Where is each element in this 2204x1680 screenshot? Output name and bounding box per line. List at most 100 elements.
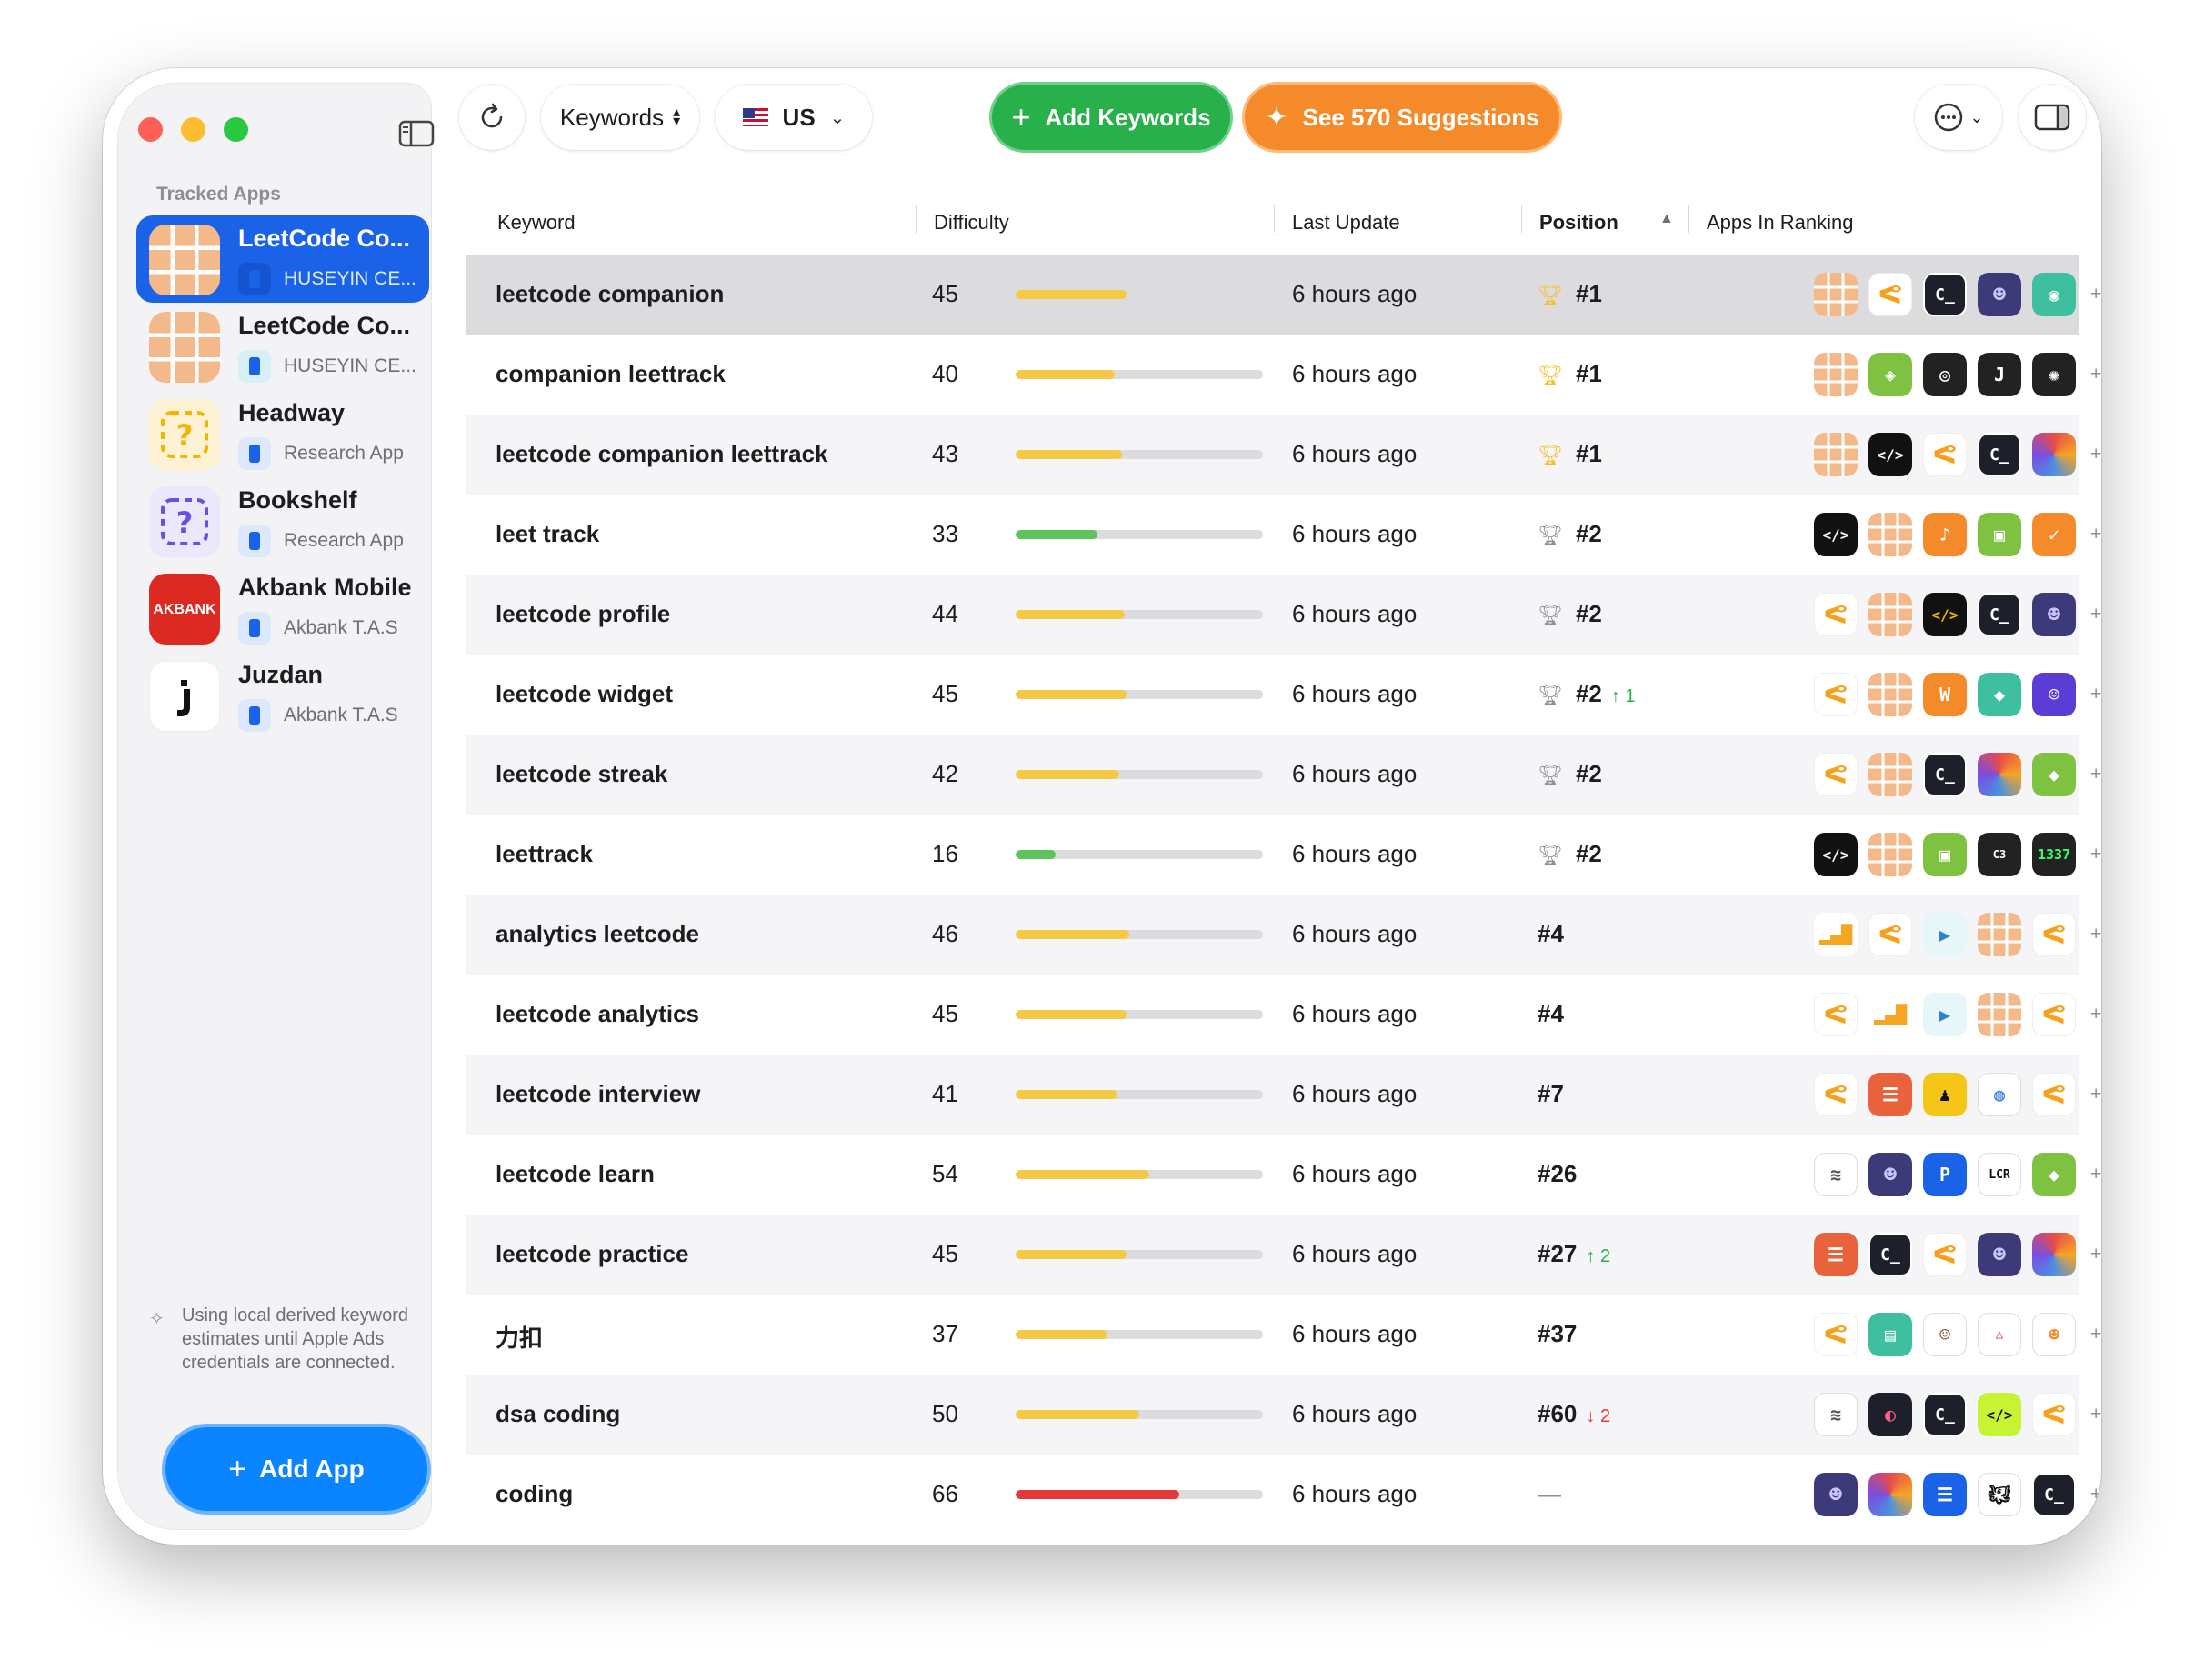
app-icon[interactable]: ☰: [1868, 1073, 1912, 1116]
more-apps-count[interactable]: +171: [2090, 1244, 2101, 1265]
table-row[interactable]: leet track 33 6 hours ago 🏆︎ #2 </> ♪ ▣ ✓…: [466, 495, 2101, 575]
app-icon[interactable]: ᕙ: [1814, 753, 1858, 796]
more-options-button[interactable]: ⌄: [1915, 85, 2002, 150]
tracked-app-item[interactable]: ? Bookshelf Research App: [136, 477, 429, 565]
app-icon[interactable]: C_: [1978, 593, 2021, 636]
column-header-last-update[interactable]: Last Update: [1292, 211, 1400, 235]
app-icon[interactable]: ◆: [1978, 673, 2021, 716]
app-icon[interactable]: [1814, 433, 1858, 476]
tracked-app-item[interactable]: Juzdan Akbank T.A.S: [136, 652, 429, 739]
more-apps-count[interactable]: +185: [2090, 1484, 2101, 1505]
app-icon[interactable]: △: [1978, 1313, 2021, 1356]
app-icon[interactable]: ◆: [2032, 753, 2076, 796]
app-icon[interactable]: ◉: [2032, 273, 2076, 316]
app-icon[interactable]: ☺: [2032, 673, 2076, 716]
app-icon[interactable]: C_: [2032, 1473, 2076, 1516]
app-icon[interactable]: </>: [1814, 833, 1858, 876]
app-icon[interactable]: ◐: [1868, 1393, 1912, 1436]
app-icon[interactable]: [1868, 593, 1912, 636]
app-icon[interactable]: ▣: [1923, 833, 1967, 876]
app-icon[interactable]: ≋: [1814, 1393, 1858, 1436]
see-suggestions-button[interactable]: ✦ See 570 Suggestions: [1245, 85, 1559, 150]
more-apps-count[interactable]: +162: [2090, 1164, 2101, 1185]
app-icon[interactable]: ▂▄█: [1814, 913, 1858, 956]
table-row[interactable]: leetcode analytics 45 6 hours ago #4 ᕙ ▂…: [466, 975, 2101, 1055]
app-icon[interactable]: C3: [1978, 833, 2021, 876]
table-row[interactable]: leetcode interview 41 6 hours ago #7 ᕙ ☰…: [466, 1055, 2101, 1135]
tracked-app-item[interactable]: AKBANK Akbank Mobile Akbank T.A.S: [136, 565, 429, 652]
app-icon[interactable]: W: [1923, 673, 1967, 716]
sidebar-toggle-icon[interactable]: [398, 120, 435, 147]
add-app-button[interactable]: + Add App: [162, 1424, 431, 1515]
table-row[interactable]: leetcode learn 54 6 hours ago #26 ≋ ☻ P …: [466, 1135, 2101, 1215]
inspector-toggle-button[interactable]: [2019, 85, 2086, 150]
app-icon[interactable]: ✓: [2032, 513, 2076, 556]
column-header-position[interactable]: Position: [1539, 211, 1618, 235]
minimize-window-button[interactable]: [181, 117, 205, 142]
app-icon[interactable]: ᕙ: [1868, 273, 1912, 316]
country-select[interactable]: US ⌄: [716, 85, 872, 150]
refresh-button[interactable]: [459, 85, 525, 150]
app-icon[interactable]: [2032, 433, 2076, 476]
app-icon[interactable]: [1978, 993, 2021, 1036]
app-icon[interactable]: ᕙ: [2032, 913, 2076, 956]
app-icon[interactable]: ≋: [1814, 1153, 1858, 1196]
app-icon[interactable]: ◈: [1868, 353, 1912, 396]
app-icon[interactable]: </>: [1814, 513, 1858, 556]
app-icon[interactable]: ᕙ: [2032, 993, 2076, 1036]
app-icon[interactable]: C_: [1923, 1393, 1967, 1436]
table-row[interactable]: companion leettrack 40 6 hours ago 🏆︎ #1 …: [466, 335, 2101, 415]
table-row[interactable]: dsa coding 50 6 hours ago #60 ↓ 2 ≋ ◐ C_ …: [466, 1375, 2101, 1455]
app-icon[interactable]: [1978, 913, 2021, 956]
app-icon[interactable]: ᕙ: [1814, 1313, 1858, 1356]
app-icon[interactable]: ᕙ: [2032, 1073, 2076, 1116]
view-mode-select[interactable]: Keywords ▴ ▾: [541, 85, 699, 150]
table-row[interactable]: leetcode companion leettrack 43 6 hours …: [466, 415, 2101, 495]
app-icon[interactable]: ▤: [1868, 1313, 1912, 1356]
app-icon[interactable]: [1868, 513, 1912, 556]
app-icon[interactable]: ▶: [1923, 993, 1967, 1036]
table-row[interactable]: analytics leetcode 46 6 hours ago #4 ▂▄█…: [466, 895, 2101, 975]
app-icon[interactable]: ᕙ: [1923, 433, 1967, 476]
app-icon[interactable]: ✺: [2032, 353, 2076, 396]
tracked-app-item[interactable]: LeetCode Co... HUSEYIN CE...: [136, 303, 429, 390]
app-icon[interactable]: [1868, 753, 1912, 796]
more-apps-count[interactable]: +47: [2090, 364, 2101, 385]
app-icon[interactable]: ◍: [1978, 1073, 2021, 1116]
app-icon[interactable]: ☻: [1978, 273, 2021, 316]
column-header-difficulty[interactable]: Difficulty: [934, 211, 1009, 235]
app-icon[interactable]: ☻: [1814, 1473, 1858, 1516]
app-icon[interactable]: ☰: [1814, 1233, 1858, 1276]
app-icon[interactable]: ☻: [2032, 1313, 2076, 1356]
app-icon[interactable]: </>: [1978, 1393, 2021, 1436]
app-icon[interactable]: ᕙ: [1923, 1233, 1967, 1276]
table-row[interactable]: leetcode companion 45 6 hours ago 🏆︎ #1 ᕙ…: [466, 255, 2101, 335]
app-icon[interactable]: ▂▄█: [1868, 993, 1912, 1036]
more-apps-count[interactable]: +50: [2090, 524, 2101, 545]
app-icon[interactable]: ᕙ: [1814, 1073, 1858, 1116]
app-icon[interactable]: C_: [1923, 753, 1967, 796]
app-icon[interactable]: LCR: [1978, 1153, 2021, 1196]
app-icon[interactable]: 🐙︎: [1978, 1473, 2021, 1516]
app-icon[interactable]: [1978, 753, 2021, 796]
zoom-window-button[interactable]: [224, 117, 248, 142]
app-icon[interactable]: ☺: [1923, 1313, 1967, 1356]
app-icon[interactable]: ▣: [1978, 513, 2021, 556]
app-icon[interactable]: ▶: [1923, 913, 1967, 956]
app-icon[interactable]: J: [1978, 353, 2021, 396]
app-icon[interactable]: C_: [1978, 433, 2021, 476]
table-row[interactable]: leetcode profile 44 6 hours ago 🏆︎ #2 ᕙ <…: [466, 575, 2101, 655]
more-apps-count[interactable]: +172: [2090, 684, 2101, 705]
more-apps-count[interactable]: +115: [2090, 1324, 2101, 1345]
more-apps-count[interactable]: +141: [2090, 1004, 2101, 1025]
app-icon[interactable]: [1814, 273, 1858, 316]
app-icon[interactable]: ᕙ: [1868, 913, 1912, 956]
app-icon[interactable]: </>: [1923, 593, 1967, 636]
table-row[interactable]: leetcode streak 42 6 hours ago 🏆︎ #2 ᕙ C_…: [466, 735, 2101, 815]
app-icon[interactable]: C_: [1923, 273, 1967, 316]
app-icon[interactable]: [2032, 1233, 2076, 1276]
table-row[interactable]: coding 66 6 hours ago — ☻ ☰ 🐙︎ C_ +185: [466, 1455, 2101, 1535]
app-icon[interactable]: [1814, 353, 1858, 396]
app-icon[interactable]: ☻: [2032, 593, 2076, 636]
app-icon[interactable]: ᕙ: [1814, 993, 1858, 1036]
